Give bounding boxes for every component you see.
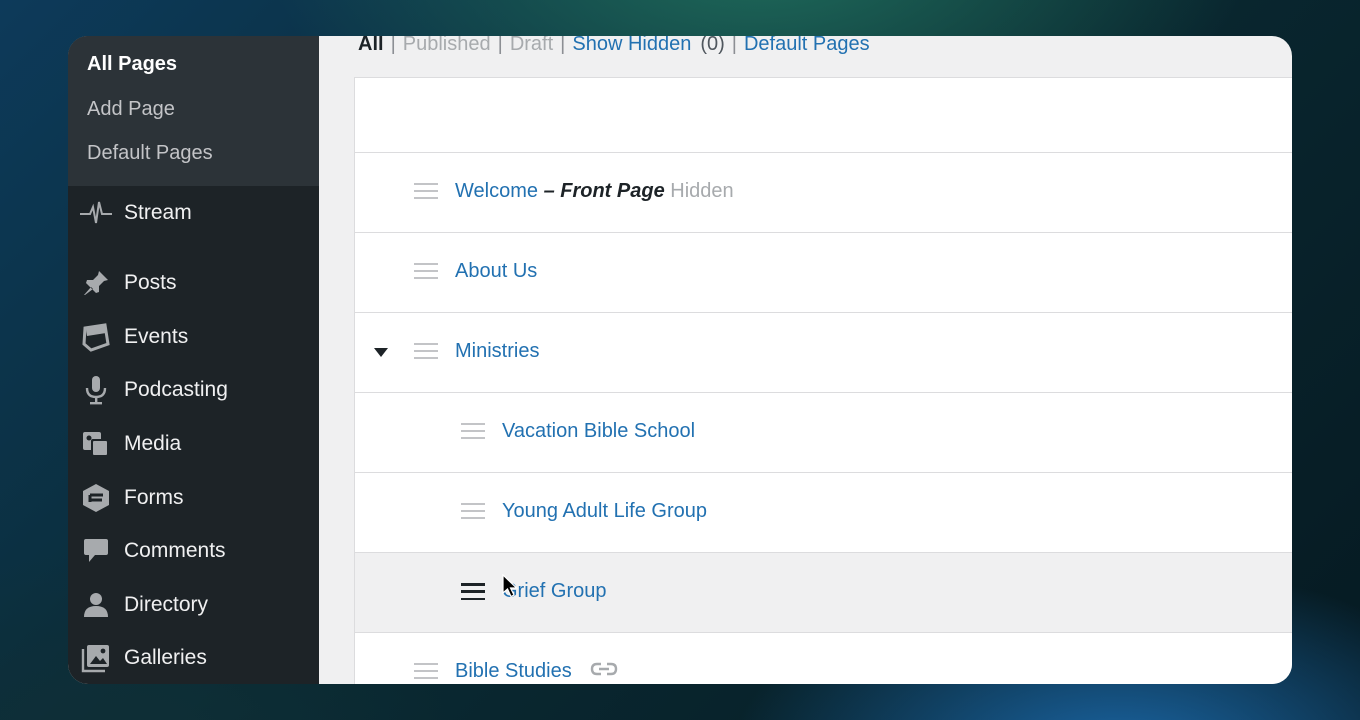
page-title-text: Bible Studies <box>455 660 572 682</box>
menu-item-directory[interactable]: Directory <box>68 582 319 628</box>
forms-icon <box>80 482 112 514</box>
calendar-icon <box>80 321 112 353</box>
page-status: Hidden <box>670 180 734 202</box>
menu-item-posts[interactable]: Posts <box>68 260 319 306</box>
drag-handle-icon[interactable] <box>461 503 485 521</box>
page-title-link[interactable]: Vacation Bible School <box>502 420 695 443</box>
app-window: All Pages Add Page Default Pages Stream … <box>68 36 1292 684</box>
submenu-add-page[interactable]: Add Page <box>68 87 319 132</box>
menu-item-stream[interactable]: Stream <box>68 190 319 236</box>
drag-handle-icon[interactable] <box>414 263 438 281</box>
drag-handle-icon[interactable] <box>414 663 438 681</box>
menu-label-media: Media <box>124 432 182 455</box>
filter-published[interactable]: Published <box>403 36 491 55</box>
status-filters: All | Published | Draft | Show Hidden (0) | Defau… <box>358 36 870 58</box>
page-row[interactable]: Welcome – Front Page Hidden <box>355 153 1292 233</box>
microphone-icon <box>80 374 112 406</box>
pulse-icon <box>80 197 112 229</box>
submenu-default-pages[interactable]: Default Pages <box>68 131 319 176</box>
drag-handle-icon[interactable] <box>461 583 485 601</box>
media-icon <box>80 428 112 460</box>
mouse-cursor-icon <box>502 574 518 598</box>
menu-item-podcasting[interactable]: Podcasting <box>68 367 319 413</box>
page-row[interactable]: Young Adult Life Group <box>355 473 1292 553</box>
main-content: All | Published | Draft | Show Hidden (0) | Defau… <box>319 36 1292 684</box>
page-row[interactable]: Bible Studies <box>355 633 1292 684</box>
admin-sidebar: All Pages Add Page Default Pages Stream … <box>68 36 319 684</box>
collapse-triangle-icon[interactable] <box>374 348 388 357</box>
gallery-icon <box>80 642 112 674</box>
page-title-link[interactable]: Bible Studies <box>455 660 618 683</box>
pushpin-icon <box>80 267 112 299</box>
page-state: – Front Page <box>543 180 665 202</box>
menu-label-stream: Stream <box>124 201 192 224</box>
menu-label-posts: Posts <box>124 271 177 294</box>
menu-label-comments: Comments <box>124 539 226 562</box>
person-icon <box>80 589 112 621</box>
filter-all[interactable]: All <box>358 36 384 55</box>
page-row-dragging[interactable]: Grief Group <box>355 553 1292 633</box>
hidden-count: (0) <box>700 36 725 55</box>
filter-separator: | <box>497 36 503 55</box>
page-title-link[interactable]: Young Adult Life Group <box>502 500 707 523</box>
menu-item-media[interactable]: Media <box>68 421 319 467</box>
comment-icon <box>80 535 112 567</box>
page-tree-list: Welcome – Front Page Hidden About Us Min… <box>354 77 1292 684</box>
filter-show-hidden[interactable]: Show Hidden <box>572 36 691 55</box>
link-icon <box>590 660 618 683</box>
submenu-all-pages[interactable]: All Pages <box>68 42 319 87</box>
filter-separator: | <box>560 36 566 55</box>
list-header <box>355 78 1292 153</box>
page-row[interactable]: Vacation Bible School <box>355 393 1292 473</box>
page-row[interactable]: About Us <box>355 233 1292 313</box>
menu-label-podcasting: Podcasting <box>124 378 228 401</box>
menu-item-events[interactable]: Events <box>68 314 319 360</box>
page-title-link[interactable]: Welcome – Front Page Hidden <box>455 180 734 203</box>
drag-handle-icon[interactable] <box>414 183 438 201</box>
page-row[interactable]: Ministries <box>355 313 1292 393</box>
menu-item-forms[interactable]: Forms <box>68 475 319 521</box>
menu-item-galleries[interactable]: Galleries <box>68 635 319 681</box>
filter-default-pages[interactable]: Default Pages <box>744 36 870 55</box>
page-title-link[interactable]: Ministries <box>455 340 539 363</box>
drag-handle-icon[interactable] <box>461 423 485 441</box>
menu-label-galleries: Galleries <box>124 646 207 669</box>
page-title-text: Welcome <box>455 180 538 202</box>
filter-draft[interactable]: Draft <box>510 36 553 55</box>
menu-label-events: Events <box>124 325 189 348</box>
menu-label-forms: Forms <box>124 486 184 509</box>
menu-item-comments[interactable]: Comments <box>68 528 319 574</box>
menu-label-directory: Directory <box>124 593 209 616</box>
drag-handle-icon[interactable] <box>414 343 438 361</box>
page-title-link[interactable]: About Us <box>455 260 537 283</box>
pages-submenu: All Pages Add Page Default Pages <box>68 36 319 186</box>
filter-separator: | <box>731 36 737 55</box>
filter-separator: | <box>390 36 396 55</box>
